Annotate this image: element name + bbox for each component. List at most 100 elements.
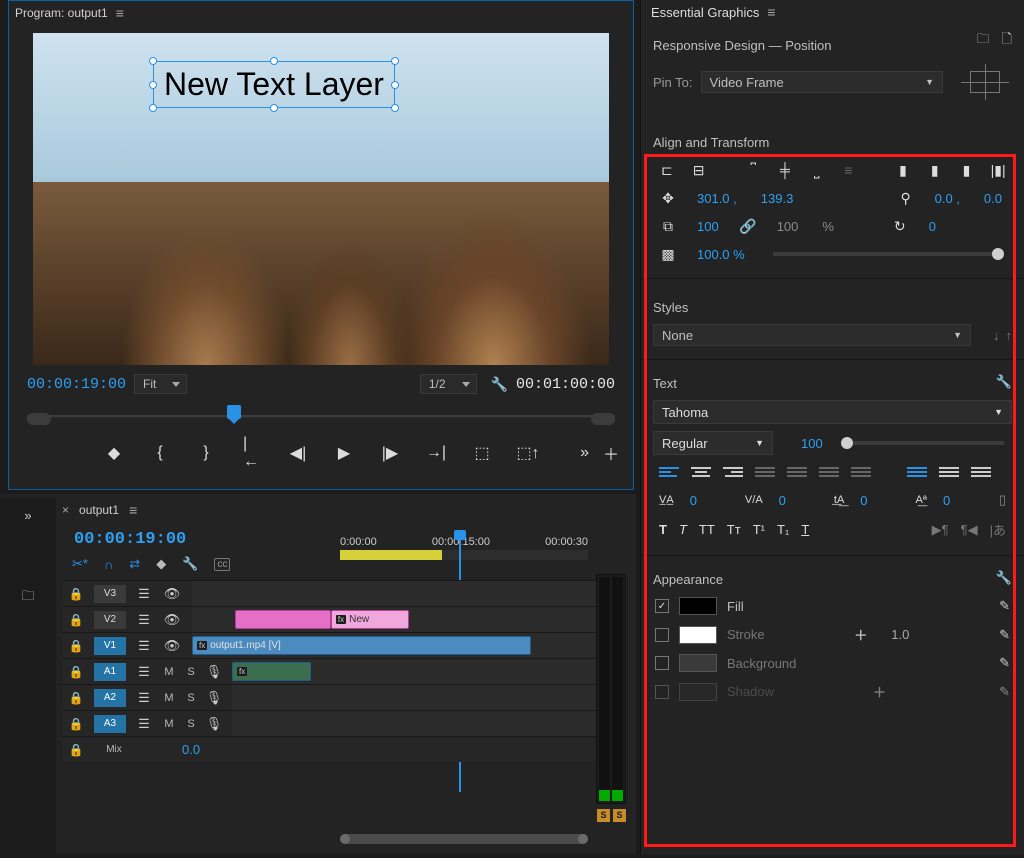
mute-button[interactable]: M (158, 718, 180, 730)
text-clip[interactable]: fxNew (331, 610, 409, 629)
extract-icon[interactable]: ⬚↑ (519, 443, 537, 463)
toggle-output-icon[interactable]: ☰ (130, 638, 158, 654)
lock-icon[interactable]: 🔒 (62, 613, 90, 627)
go-in-icon[interactable]: |← (243, 435, 261, 471)
timeline-timecode[interactable]: 00:00:19:00 (74, 530, 186, 549)
resize-handle[interactable] (270, 57, 278, 65)
distribute-right-icon[interactable]: ▮ (959, 162, 975, 178)
distribute-left-icon[interactable]: ▮ (895, 162, 911, 178)
tsume-icon[interactable]: ▯ (999, 492, 1006, 508)
resize-handle[interactable] (149, 104, 157, 112)
text-settings-icon[interactable]: 🔧 (996, 374, 1012, 390)
toggle-output-icon[interactable]: ☰ (130, 716, 158, 732)
justify-center-icon[interactable] (787, 464, 807, 480)
rotation-value[interactable]: 0 (929, 219, 936, 234)
mark-in-icon[interactable]: ◆ (105, 443, 123, 463)
graphic-clip[interactable] (235, 610, 330, 629)
link-icon[interactable]: 🔗 (739, 218, 757, 234)
track-a2[interactable]: 🔒 A2 ☰ M S 🎙 (62, 684, 626, 710)
distribute-spacing-icon[interactable]: |▮| (990, 162, 1006, 178)
step-fwd-icon[interactable]: |▶ (381, 443, 399, 463)
go-out-icon[interactable]: →| (427, 444, 445, 462)
opacity-value[interactable]: 100.0 % (697, 247, 745, 262)
timeline-zoom-scrollbar[interactable] (340, 834, 588, 844)
resize-handle[interactable] (391, 104, 399, 112)
program-scrubber[interactable] (27, 405, 615, 429)
upload-style-icon[interactable]: ↑ (1006, 328, 1013, 343)
tracking-value[interactable]: 0 (690, 493, 697, 508)
lock-icon[interactable]: 🔒 (62, 743, 90, 757)
lock-icon[interactable]: 🔒 (62, 691, 90, 705)
track-label[interactable]: V1 (94, 637, 126, 655)
justify-all-icon[interactable] (851, 464, 871, 480)
track-a3[interactable]: 🔒 A3 ☰ M S 🎙 (62, 710, 626, 736)
text-bottom-icon[interactable] (971, 464, 991, 480)
align-top-icon[interactable]: ⎴ (745, 162, 761, 178)
position-y[interactable]: 139.3 (761, 191, 794, 206)
eyedropper-icon[interactable]: ✎ (999, 684, 1010, 700)
faux-italic-icon[interactable]: T (679, 522, 687, 537)
anchor-x[interactable]: 0.0 , (935, 191, 960, 206)
solo-indicator[interactable]: S (597, 809, 610, 822)
text-align-right-icon[interactable] (723, 464, 743, 480)
eye-icon[interactable]: 👁 (158, 638, 186, 654)
wrench-icon[interactable]: 🔧 (182, 556, 198, 572)
panel-menu-icon[interactable]: ≡ (767, 4, 775, 20)
toggle-output-icon[interactable]: ☰ (130, 612, 158, 628)
more-icon[interactable]: » (580, 444, 589, 462)
eye-icon[interactable]: 👁 (158, 586, 186, 602)
superscript-icon[interactable]: T¹ (753, 522, 765, 537)
lock-icon[interactable]: 🔒 (62, 717, 90, 731)
close-tab-icon[interactable]: × (62, 503, 69, 517)
scale-h-value[interactable]: 100 (777, 219, 799, 234)
resize-handle[interactable] (391, 81, 399, 89)
smallcaps-icon[interactable]: Tᴛ (727, 522, 741, 537)
solo-button[interactable]: S (180, 692, 202, 704)
add-button-icon[interactable]: ＋ (603, 441, 619, 465)
shadow-checkbox[interactable] (655, 685, 669, 699)
current-timecode[interactable]: 00:00:19:00 (27, 376, 126, 393)
toggle-output-icon[interactable]: ☰ (130, 586, 158, 602)
lock-icon[interactable]: 🔒 (62, 665, 90, 679)
captions-icon[interactable]: cc (214, 558, 230, 571)
background-checkbox[interactable] (655, 656, 669, 670)
track-label[interactable]: Mix (94, 741, 134, 759)
cjk-icon[interactable]: |あ (990, 520, 1006, 539)
voiceover-icon[interactable]: 🎙 (202, 690, 226, 706)
solo-button[interactable]: S (180, 718, 202, 730)
appearance-settings-icon[interactable]: 🔧 (996, 570, 1012, 586)
background-swatch[interactable] (679, 654, 717, 672)
expand-icon[interactable]: » (24, 508, 31, 523)
stroke-swatch[interactable] (679, 626, 717, 644)
media-browser-icon[interactable]: 🗀 (21, 587, 34, 609)
style-dropdown[interactable]: None▼ (653, 324, 971, 346)
step-back-icon[interactable]: ◀| (289, 443, 307, 463)
play-icon[interactable]: ▶ (335, 443, 353, 463)
pin-to-dropdown[interactable]: Video Frame▼ (701, 71, 943, 93)
resize-handle[interactable] (391, 57, 399, 65)
track-v1[interactable]: 🔒 V1 ☰ 👁 fxoutput1.mp4 [V] (62, 632, 626, 658)
text-vcenter-icon[interactable] (939, 464, 959, 480)
track-label[interactable]: A3 (94, 715, 126, 733)
timeline-ruler[interactable]: 0:00:00 00:00:15:00 00:00:30 (340, 536, 588, 566)
text-align-left-icon[interactable] (659, 464, 679, 480)
align-hcenter-icon[interactable]: ≡ (841, 162, 857, 178)
resize-handle[interactable] (149, 57, 157, 65)
eye-icon[interactable]: 👁 (158, 612, 186, 628)
anchor-y[interactable]: 0.0 (984, 191, 1002, 206)
stroke-checkbox[interactable] (655, 628, 669, 642)
text-layer-overlay[interactable]: New Text Layer (153, 61, 395, 108)
lock-icon[interactable]: 🔒 (62, 639, 90, 653)
track-a1[interactable]: 🔒 A1 ☰ M S 🎙 fx (62, 658, 626, 684)
baseline-value[interactable]: 0 (943, 493, 950, 508)
track-v3[interactable]: 🔒 V3 ☰ 👁 (62, 580, 626, 606)
eyedropper-icon[interactable]: ✎ (999, 655, 1010, 671)
position-x[interactable]: 301.0 , (697, 191, 737, 206)
voiceover-icon[interactable]: 🎙 (202, 716, 226, 732)
font-dropdown[interactable]: Tahoma▼ (653, 400, 1012, 424)
shadow-swatch[interactable] (679, 683, 717, 701)
eyedropper-icon[interactable]: ✎ (999, 598, 1010, 614)
justify-left-icon[interactable] (755, 464, 775, 480)
text-align-center-icon[interactable] (691, 464, 711, 480)
resize-handle[interactable] (270, 104, 278, 112)
